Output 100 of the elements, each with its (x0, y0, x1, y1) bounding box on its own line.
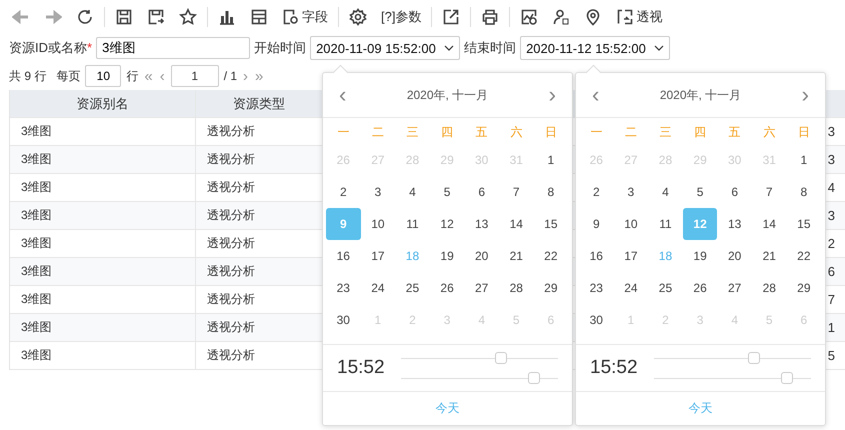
day-cell[interactable]: 22 (786, 240, 822, 272)
table-cell: 2 (828, 236, 835, 251)
minute-slider-thumb[interactable] (528, 372, 540, 384)
day-cell[interactable]: 17 (360, 240, 396, 272)
table-cell: 3维图 (10, 314, 196, 341)
day-cell[interactable]: 21 (498, 240, 534, 272)
weekday-label: 六 (762, 124, 776, 140)
previous-month-button[interactable]: ‹ (335, 82, 350, 108)
day-cell[interactable]: 3 (360, 176, 396, 208)
day-cell[interactable]: 22 (534, 240, 568, 272)
day-cell[interactable]: 29 (534, 272, 568, 304)
day-cell[interactable]: 4 (395, 176, 430, 208)
day-cell[interactable]: 16 (579, 240, 614, 272)
next-month-button[interactable]: › (798, 82, 813, 108)
day-cell[interactable]: 3 (614, 176, 648, 208)
name-field[interactable]: 3维图 (96, 37, 250, 59)
hour-slider-thumb[interactable] (495, 352, 508, 364)
start-time-field[interactable]: 2020-11-09 15:52:00 (310, 36, 460, 60)
day-cell[interactable]: 4 (648, 176, 683, 208)
day-cell[interactable]: 5 (430, 176, 464, 208)
table-cell: 3维图 (10, 174, 196, 201)
day-cell[interactable]: 1 (786, 144, 822, 176)
day-cell[interactable]: 16 (326, 240, 361, 272)
day-cell[interactable]: 20 (464, 240, 499, 272)
day-cell[interactable]: 1 (534, 144, 568, 176)
time-display: 15:52 (337, 357, 385, 379)
day-cell[interactable]: 13 (464, 208, 499, 240)
day-cell[interactable]: 27 (464, 272, 499, 304)
per-page-label: 每页 (56, 68, 80, 84)
weekday-label: 日 (544, 124, 558, 140)
day-cell[interactable]: 26 (430, 272, 464, 304)
day-cell[interactable]: 24 (614, 272, 648, 304)
name-label: 资源ID或名称* (9, 39, 92, 57)
day-cell[interactable]: 11 (395, 208, 430, 240)
day-cell[interactable]: 28 (498, 272, 534, 304)
day-cell[interactable]: 25 (395, 272, 430, 304)
day-cell[interactable]: 13 (717, 208, 752, 240)
fields-button[interactable]: 字段 (276, 5, 334, 29)
table-cell: 3维图 (10, 258, 196, 285)
day-cell[interactable]: 5 (682, 176, 718, 208)
column-header[interactable]: 资源别名 (10, 90, 196, 117)
page-field[interactable]: 1 (170, 65, 219, 87)
chevron-down-icon (444, 45, 454, 51)
weekday-label: 五 (728, 124, 742, 140)
day-cell[interactable]: 7 (498, 176, 534, 208)
day-cell[interactable]: 23 (326, 272, 361, 304)
day-cell[interactable]: 20 (717, 240, 752, 272)
month-title: 2020年, 十一月 (406, 86, 488, 104)
day-cell[interactable]: 2 (326, 176, 361, 208)
table-cell: 3维图 (10, 342, 196, 369)
day-cell[interactable]: 7 (752, 176, 787, 208)
weekday-label: 一 (336, 124, 350, 140)
day-cell[interactable]: 10 (614, 208, 648, 240)
day-cell[interactable]: 15 (786, 208, 822, 240)
day-cell[interactable]: 11 (648, 208, 683, 240)
end-time-field[interactable]: 2020-11-12 15:52:00 (520, 36, 670, 60)
weekday-label: 六 (509, 124, 524, 140)
params-button[interactable]: [?]参数 (375, 5, 428, 29)
day-cell[interactable]: 29 (786, 272, 822, 304)
table-cell: 3维图 (10, 146, 196, 173)
day-cell[interactable]: 14 (752, 208, 787, 240)
month-title: 2020年, 十一月 (660, 86, 742, 104)
weekday-label: 四 (693, 124, 708, 140)
day-cell[interactable]: 17 (614, 240, 648, 272)
day-cell[interactable]: 30 (579, 304, 614, 336)
pivot-button[interactable]: 透视 (610, 5, 668, 29)
table-cell: 3 (828, 152, 835, 167)
day-cell[interactable]: 30 (326, 304, 361, 336)
day-cell[interactable]: 15 (534, 208, 568, 240)
per-page-field[interactable]: 10 (85, 65, 122, 87)
next-month-button[interactable]: › (544, 82, 560, 108)
day-cell[interactable]: 6 (464, 176, 499, 208)
day-cell[interactable]: 8 (786, 176, 822, 208)
day-cell[interactable]: 2 (579, 176, 614, 208)
time-display: 15:52 (590, 357, 638, 379)
day-cell[interactable]: 6 (717, 176, 752, 208)
day-cell[interactable]: 21 (752, 240, 787, 272)
hour-slider-thumb[interactable] (748, 352, 760, 364)
weekday-label: 四 (440, 124, 454, 140)
day-cell[interactable]: 26 (682, 272, 718, 304)
minute-slider-thumb[interactable] (781, 372, 794, 384)
day-cell[interactable]: 9 (579, 208, 614, 240)
table-cell: 3维图 (10, 202, 196, 229)
day-cell[interactable]: 19 (682, 240, 718, 272)
day-cell[interactable]: 14 (498, 208, 534, 240)
day-cell[interactable]: 10 (360, 208, 396, 240)
weekday-label: 五 (474, 124, 489, 140)
day-cell[interactable]: 28 (752, 272, 787, 304)
day-cell[interactable]: 25 (648, 272, 683, 304)
day-cell[interactable]: 23 (579, 272, 614, 304)
day-cell[interactable]: 8 (534, 176, 568, 208)
weekday-label: 二 (370, 124, 385, 140)
weekday-label: 一 (589, 124, 604, 140)
page-total: / 1 (224, 69, 238, 83)
previous-month-button[interactable]: ‹ (588, 82, 604, 108)
day-cell[interactable]: 24 (360, 272, 396, 304)
day-cell[interactable]: 27 (717, 272, 752, 304)
day-cell[interactable]: 12 (430, 208, 464, 240)
day-cell[interactable]: 19 (430, 240, 464, 272)
table-cell: 5 (828, 348, 835, 363)
